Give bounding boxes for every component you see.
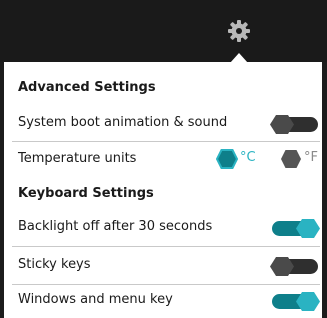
sticky-keys-toggle[interactable]: [270, 257, 318, 276]
backlight-toggle[interactable]: [272, 219, 320, 238]
windows-menu-key-label: Windows and menu key: [18, 292, 173, 307]
settings-window: Advanced Settings System boot animation …: [0, 0, 327, 318]
toggle-knob: [270, 115, 294, 134]
fahrenheit-option[interactable]: °F: [280, 149, 324, 169]
temperature-units-label: Temperature units: [18, 151, 137, 166]
divider: [12, 284, 320, 285]
toggle-knob: [270, 257, 294, 276]
celsius-option[interactable]: °C: [216, 149, 260, 169]
sticky-keys-label: Sticky keys: [18, 257, 91, 272]
fahrenheit-label: °F: [304, 150, 318, 165]
windows-menu-key-toggle[interactable]: [272, 292, 320, 311]
hexagon-selected-icon: [216, 149, 238, 169]
celsius-label: °C: [240, 150, 256, 165]
divider: [12, 141, 320, 142]
backlight-label: Backlight off after 30 seconds: [18, 219, 213, 234]
hexagon-unselected-icon: [281, 150, 301, 168]
boot-animation-label: System boot animation & sound: [18, 115, 228, 130]
boot-animation-toggle[interactable]: [270, 115, 318, 134]
toggle-knob: [296, 292, 320, 311]
keyboard-settings-heading: Keyboard Settings: [18, 186, 154, 201]
toggle-knob: [296, 219, 320, 238]
divider: [12, 246, 320, 247]
advanced-settings-heading: Advanced Settings: [18, 80, 156, 95]
header-bar: [0, 0, 327, 62]
settings-panel: Advanced Settings System boot animation …: [4, 62, 322, 318]
gear-icon[interactable]: [228, 20, 250, 42]
